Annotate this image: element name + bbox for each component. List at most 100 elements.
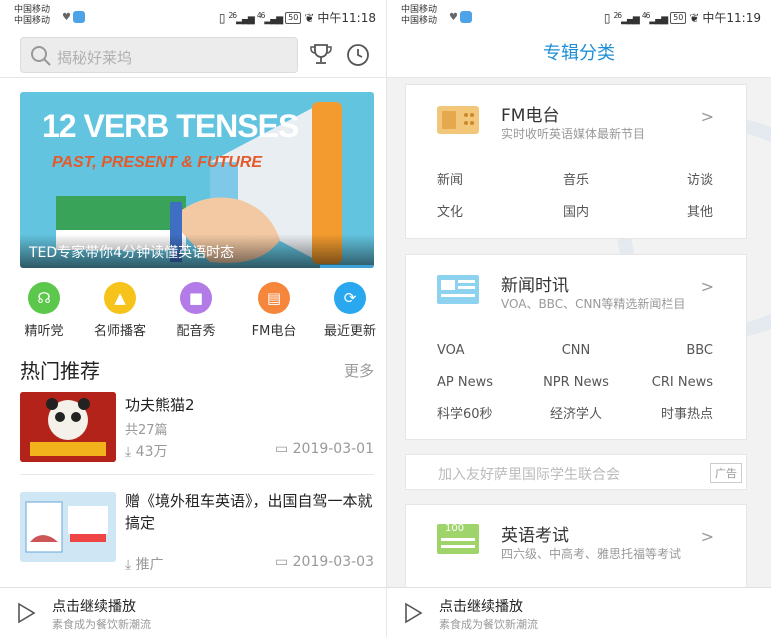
player-title: 点击继续播放 bbox=[439, 599, 523, 615]
status-time: 中午11:18 bbox=[317, 11, 376, 25]
play-count: ⤓ 43万 bbox=[125, 444, 168, 460]
exam-score-label: 100 bbox=[445, 523, 465, 534]
carrier-1: 中国移动 bbox=[401, 5, 438, 15]
panda-image bbox=[20, 392, 116, 462]
subcategory-row: 文化 国内 其他 bbox=[406, 197, 746, 229]
download-icon: ⤓ bbox=[125, 557, 132, 573]
subcategory-row: AP News NPR News CRI News bbox=[406, 367, 746, 399]
subcategory-row: VOA CNN BBC bbox=[406, 335, 746, 367]
app-icon bbox=[459, 11, 472, 23]
ad-banner[interactable]: 加入友好萨里国际学生联合会 广告 bbox=[405, 454, 747, 490]
signal-icon-2: 46▂▄▆ bbox=[641, 10, 668, 25]
refresh-icon: ⟳ bbox=[334, 282, 366, 314]
carrier-2: 中国移动 bbox=[14, 16, 51, 26]
player-title: 点击继续播放 bbox=[52, 599, 136, 615]
search-placeholder: 揭秘好莱坞 bbox=[57, 49, 133, 67]
menu-item-jingtingdang[interactable]: ☊ 精听党 bbox=[14, 282, 74, 339]
banner-caption: TED专家带你4分钟读懂英语时态 bbox=[29, 245, 235, 261]
banner-carousel[interactable]: 12 VERB TENSES PAST, PRESENT & FUTURE TE… bbox=[20, 92, 374, 268]
banner-headline: 12 VERB TENSES bbox=[42, 108, 299, 144]
notification-icons: ♥ bbox=[449, 11, 472, 23]
subcategory-row: 新闻 音乐 访谈 bbox=[406, 165, 746, 197]
menu-item-dubbing[interactable]: ■ 配音秀 bbox=[166, 282, 226, 339]
item-title: 赠《境外租车英语》，出国自驾一本就搞定 bbox=[125, 492, 373, 532]
category-head-exam[interactable]: 100 英语考试 四六级、中高考、雅思托福等考试 > bbox=[406, 505, 746, 571]
search-header: 揭秘好莱坞 bbox=[0, 32, 386, 78]
menu-item-recent[interactable]: ⟳ 最近更新 bbox=[320, 282, 380, 339]
category-name: 英语考试 bbox=[501, 526, 569, 546]
album-thumbnail bbox=[20, 392, 116, 462]
headphones-icon: ☊ bbox=[28, 282, 60, 314]
list-divider bbox=[20, 474, 374, 475]
calendar-icon: ▭ bbox=[274, 441, 289, 457]
status-time: 中午11:19 bbox=[702, 11, 761, 25]
subcategory-row: 科学60秒 经济学人 时事热点 bbox=[406, 399, 746, 431]
category-head-fm[interactable]: FM电台 实时收听英语媒体最新节目 > bbox=[406, 85, 746, 151]
subcategory-item[interactable]: 其他 bbox=[687, 197, 713, 229]
heart-icon: ♥ bbox=[449, 12, 458, 23]
category-desc: 四六级、中高考、雅思托福等考试 bbox=[501, 547, 682, 561]
list-item-promo[interactable]: 赠《境外租车英语》，出国自驾一本就搞定 ⤓ 推广 ▭ 2019-03-03 bbox=[20, 488, 376, 574]
notification-icons: ♥ bbox=[62, 11, 85, 23]
subcategory-item[interactable]: 时事热点 bbox=[661, 399, 713, 431]
category-header: 专辑分类 bbox=[387, 32, 771, 78]
player-subtitle: 素食成为餐饮新潮流 bbox=[52, 618, 151, 631]
vibrate-icon: ▯ bbox=[218, 10, 226, 25]
section-title: 热门推荐 bbox=[20, 359, 100, 383]
subcategory-item[interactable]: 访谈 bbox=[687, 165, 713, 197]
more-link[interactable]: 更多 bbox=[344, 360, 374, 381]
category-desc: 实时收听英语媒体最新节目 bbox=[501, 127, 646, 141]
subcategory-item[interactable]: CRI News bbox=[652, 367, 713, 399]
list-item[interactable]: 功夫熊猫2 共27篇 ⤓ 43万 ▭ 2019-03-01 bbox=[20, 392, 376, 464]
category-desc: VOA、BBC、CNN等精选新闻栏目 bbox=[501, 297, 686, 311]
home-screen: 中国移动 中国移动 ♥ ▯ 26▂▄▆ 46▂▄▆ 50 ❦ 中午11:18 揭… bbox=[0, 0, 386, 637]
trophy-icon[interactable] bbox=[308, 42, 334, 68]
category-card-news: 新闻时讯 VOA、BBC、CNN等精选新闻栏目 > VOA CNN BBC AP… bbox=[405, 254, 747, 440]
battery-icon: 50 bbox=[670, 11, 687, 24]
chevron-right-icon: > bbox=[700, 107, 714, 126]
history-clock-icon[interactable] bbox=[345, 42, 371, 68]
graduation-cap-icon: ▲ bbox=[104, 282, 136, 314]
menu-item-fm[interactable]: ▤ FM电台 bbox=[244, 282, 304, 339]
carrier-labels: 中国移动 中国移动 bbox=[14, 5, 50, 27]
mini-player[interactable]: 点击继续播放 素食成为餐饮新潮流 bbox=[387, 587, 771, 637]
signal-icon-2: 46▂▄▆ bbox=[256, 10, 283, 25]
ad-text: 加入友好萨里国际学生联合会 bbox=[438, 467, 620, 483]
menu-label: 最近更新 bbox=[323, 324, 376, 339]
video-camera-icon: ■ bbox=[180, 282, 212, 314]
vibrate-icon: ▯ bbox=[603, 10, 611, 25]
car-rental-image bbox=[20, 492, 116, 562]
search-input[interactable]: 揭秘好莱坞 bbox=[20, 37, 298, 73]
category-card-exam: 100 英语考试 四六级、中高考、雅思托福等考试 > bbox=[405, 504, 747, 594]
battery-icon: 50 bbox=[285, 11, 302, 24]
leaf-icon: ❦ bbox=[689, 10, 700, 25]
subcategory-item[interactable]: BBC bbox=[686, 335, 713, 367]
app-icon bbox=[72, 11, 85, 23]
status-bar: 中国移动 中国移动 ♥ ▯ 26▂▄▆ 46▂▄▆ 50 ❦ 中午11:18 bbox=[0, 0, 386, 32]
signal-icon: 26▂▄▆ bbox=[228, 10, 255, 25]
category-head-news[interactable]: 新闻时讯 VOA、BBC、CNN等精选新闻栏目 > bbox=[406, 255, 746, 321]
banner-subhead: PAST, PRESENT & FUTURE bbox=[52, 154, 263, 171]
menu-label: 精听党 bbox=[24, 324, 64, 339]
carrier-2: 中国移动 bbox=[401, 16, 438, 26]
menu-item-teacher-podcast[interactable]: ▲ 名师播客 bbox=[90, 282, 150, 339]
player-subtitle: 素食成为餐饮新潮流 bbox=[439, 618, 538, 631]
radio-icon: ▤ bbox=[258, 282, 290, 314]
calendar-icon: ▭ bbox=[274, 554, 289, 570]
menu-label: 配音秀 bbox=[176, 324, 216, 339]
menu-label: FM电台 bbox=[251, 324, 297, 339]
category-name: 新闻时讯 bbox=[501, 276, 569, 296]
play-icon[interactable] bbox=[16, 602, 36, 624]
radio-icon bbox=[437, 106, 479, 134]
carrier-labels: 中国移动 中国移动 bbox=[401, 5, 437, 27]
item-date: ▭ 2019-03-01 bbox=[274, 441, 374, 457]
newspaper-icon bbox=[437, 275, 479, 304]
download-icon: ⤓ bbox=[125, 444, 132, 460]
page-title: 专辑分类 bbox=[543, 43, 615, 64]
play-icon[interactable] bbox=[403, 602, 423, 624]
category-name: FM电台 bbox=[501, 106, 560, 126]
status-right: ▯ 26▂▄▆ 46▂▄▆ 50 ❦ 中午11:19 bbox=[604, 9, 761, 26]
mini-player[interactable]: 点击继续播放 素食成为餐饮新潮流 bbox=[0, 587, 386, 637]
item-count: 共27篇 bbox=[125, 423, 168, 438]
ad-tag: 广告 bbox=[710, 463, 742, 483]
